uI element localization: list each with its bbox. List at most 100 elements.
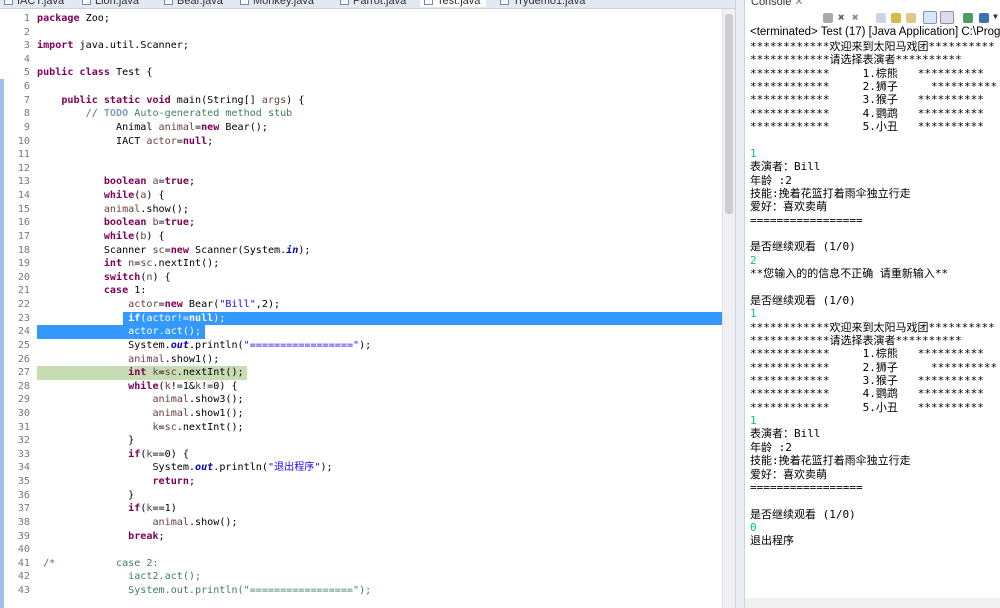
code-line[interactable]: 22 actor=new Bear("Bill",2); — [0, 298, 722, 312]
code-line[interactable]: 18 Scanner sc=new Scanner(System.in); — [0, 244, 722, 258]
code-line[interactable]: 33 if(k==0) { — [0, 448, 722, 462]
terminate-icon[interactable] — [823, 13, 833, 23]
console-view: Console ✕ ✖ ✖ ▼ <terminated> Test (17) [… — [745, 0, 1000, 608]
code-line[interactable]: 42 iact2.act(); — [0, 570, 722, 584]
remove-launch-icon[interactable]: ✖ — [838, 11, 845, 24]
code-line[interactable]: 2 — [0, 26, 722, 40]
code-line[interactable]: 32 } — [0, 434, 722, 448]
tab-trydemo1-java[interactable]: Trydemo1.java — [500, 0, 585, 7]
code-token: out — [170, 339, 189, 351]
code-token: actor — [128, 299, 159, 311]
pin-console-icon[interactable] — [963, 13, 973, 23]
code-token: .show3(); — [188, 394, 244, 406]
pane-divider[interactable] — [735, 0, 745, 608]
code-text: break; — [37, 530, 164, 544]
line-number: 22 — [17, 299, 30, 311]
line-number: 14 — [17, 190, 30, 202]
code-line[interactable]: 21 case 1: — [0, 284, 722, 298]
show-stdout-icon[interactable] — [923, 11, 937, 24]
code-line[interactable]: 36 } — [0, 489, 722, 503]
tab-test-java[interactable]: Test.java — [420, 0, 487, 7]
view-menu-icon[interactable]: ▼ — [993, 12, 998, 22]
console-input-line: 1 — [750, 307, 757, 321]
line-number: 3 — [23, 40, 30, 52]
code-line[interactable]: 27 int k=sc.nextInt(); — [0, 366, 722, 380]
line-number: 28 — [17, 380, 30, 392]
code-line[interactable]: 9 Animal animal=new Bear(); — [0, 121, 722, 135]
code-line[interactable]: 25 System.out.println("=================… — [0, 339, 722, 353]
clear-console-icon[interactable] — [876, 13, 886, 23]
code-token: sc — [140, 258, 153, 270]
console-output-line: ************ 2.狮子 ********** — [750, 80, 998, 94]
line-number: 11 — [17, 149, 30, 161]
code-line[interactable]: 4 — [0, 53, 722, 67]
code-line[interactable]: 35 return; — [0, 475, 722, 489]
code-line[interactable]: 15 animal.show(); — [0, 203, 722, 217]
code-token: Scanner — [37, 244, 153, 256]
console-output-line: ************请选择表演者********** — [750, 333, 962, 347]
console-tab[interactable]: Console ✕ — [745, 0, 815, 8]
code-line[interactable]: 6 — [0, 80, 722, 94]
code-line[interactable]: 11 — [0, 148, 722, 162]
code-editor[interactable]: 1 package Zoo; 2 3 import java.util.Scanner;… — [0, 9, 735, 608]
code-line[interactable]: 1 package Zoo; — [0, 12, 722, 26]
code-line[interactable]: 37 if(k==1) — [0, 502, 722, 516]
code-line[interactable]: 16 boolean b=true; — [0, 216, 722, 230]
scrollbar-thumb[interactable] — [725, 14, 733, 214]
code-line[interactable]: 43 System.out.println("=================… — [0, 584, 722, 598]
console-horizontal-scrollbar[interactable] — [745, 598, 1000, 608]
code-token: actor — [128, 326, 159, 338]
line-number: 30 — [17, 407, 30, 419]
code-line[interactable]: 23 if(actor!=null); — [0, 312, 722, 326]
code-line[interactable]: 19 int n=sc.nextInt(); — [0, 257, 722, 271]
code-line[interactable]: 14 while(a) { — [0, 189, 722, 203]
code-token: animal — [103, 203, 141, 215]
tab-lion-java[interactable]: Lion.java — [82, 0, 139, 7]
code-line[interactable]: 30 animal.show1(); — [0, 407, 722, 421]
code-line[interactable]: 17 while(b) { — [0, 230, 722, 244]
code-line[interactable]: 7 public static void main(String[] args)… — [0, 94, 722, 108]
tab-bear-java[interactable]: Bear.java — [164, 0, 223, 7]
remove-all-icon[interactable]: ✖ — [852, 11, 859, 24]
display-console-icon[interactable] — [979, 13, 989, 23]
code-line[interactable]: 41 /* case 2: — [0, 557, 722, 571]
close-icon[interactable]: ✕ — [794, 0, 803, 8]
scroll-lock-icon[interactable] — [891, 13, 901, 23]
tab-monkey-java[interactable]: Monkey.java — [240, 0, 314, 7]
code-line[interactable]: 39 break; — [0, 530, 722, 544]
line-number: 19 — [17, 258, 30, 270]
console-output-line: ************ 5.小丑 ********** — [750, 400, 984, 414]
code-line[interactable]: 34 System.out.println("退出程序"); — [0, 461, 722, 475]
code-line[interactable]: 12 — [0, 162, 722, 176]
code-line[interactable]: 13 boolean a=true; — [0, 175, 722, 189]
code-line[interactable]: 28 while(k!=1&k!=0) { — [0, 380, 722, 394]
code-token: .println( — [213, 462, 268, 474]
show-stderr-icon[interactable] — [940, 11, 954, 24]
code-line[interactable]: 38 animal.show(); — [0, 516, 722, 530]
code-line[interactable]: 29 animal.show3(); — [0, 393, 722, 407]
line-number: 21 — [17, 285, 30, 297]
code-line[interactable]: 3 import java.util.Scanner; — [0, 39, 722, 53]
code-line[interactable]: 5 public class Test { — [0, 66, 722, 80]
code-line[interactable]: 24 actor.act(); — [0, 325, 722, 339]
code-line[interactable]: 31 k=sc.nextInt(); — [0, 421, 722, 435]
tab-parrot-java[interactable]: Parrot.java — [340, 0, 406, 7]
tab-iact-java[interactable]: IACT.java — [4, 0, 64, 7]
code-line[interactable]: 8 // TODO Auto-generated method stub — [0, 107, 722, 121]
code-line[interactable]: 26 animal.show1(); — [0, 353, 722, 367]
code-line[interactable]: 40 — [0, 543, 722, 557]
console-output-line: 年龄 :2 — [750, 173, 792, 187]
code-line[interactable]: 10 IACT actor=null; — [0, 135, 722, 149]
editor-vertical-scrollbar[interactable] — [722, 9, 735, 608]
console-output-line: **您输入的的信息不正确 请重新输入** — [750, 267, 949, 281]
word-wrap-icon[interactable] — [906, 13, 916, 23]
console-output-line: 是否继续观看 (1/0) — [750, 240, 856, 254]
code-line[interactable]: 20 switch(n) { — [0, 271, 722, 285]
code-token: !=0) { — [201, 380, 238, 392]
